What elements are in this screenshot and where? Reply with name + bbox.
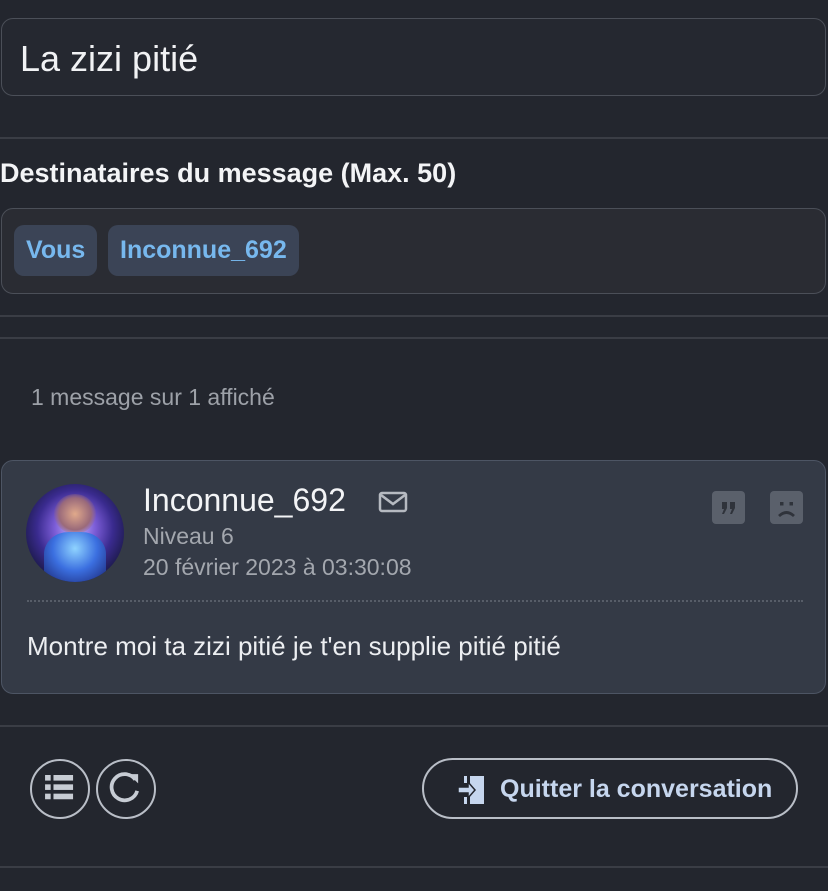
quote-icon[interactable] xyxy=(712,491,745,524)
mail-icon[interactable] xyxy=(378,491,408,513)
divider xyxy=(0,866,828,868)
messages-count: 1 message sur 1 affiché xyxy=(31,384,275,410)
message-author[interactable]: Inconnue_692 xyxy=(143,482,346,519)
divider xyxy=(0,337,828,339)
sad-face-icon[interactable] xyxy=(770,491,803,524)
avatar[interactable] xyxy=(26,484,124,582)
message-card: Inconnue_692 Niveau 6 20 février 2023 à … xyxy=(1,460,826,694)
quit-label: Quitter la conversation xyxy=(500,775,773,803)
message-separator xyxy=(27,600,803,602)
refresh-icon xyxy=(109,772,139,803)
recipient-chip-vous[interactable]: Vous xyxy=(14,225,98,276)
list-icon xyxy=(45,775,74,800)
divider xyxy=(0,315,828,317)
conversation-title-box: La zizi pitié xyxy=(1,18,826,96)
quit-conversation-button[interactable]: Quitter la conversation xyxy=(422,758,798,819)
message-date: 20 février 2023 à 03:30:08 xyxy=(143,554,412,580)
author-level: Niveau 6 xyxy=(143,523,234,549)
divider xyxy=(0,137,828,139)
recipients-box: Vous Inconnue_692 xyxy=(1,208,826,294)
list-button[interactable] xyxy=(30,759,90,819)
refresh-button[interactable] xyxy=(96,759,156,819)
recipient-chip-inconnue[interactable]: Inconnue_692 xyxy=(108,225,299,276)
recipients-label: Destinataires du message (Max. 50) xyxy=(0,158,457,188)
exit-door-icon xyxy=(457,776,484,804)
divider xyxy=(0,725,828,727)
conversation-title: La zizi pitié xyxy=(20,38,199,79)
message-body: Montre moi ta zizi pitié je t'en supplie… xyxy=(27,631,561,661)
